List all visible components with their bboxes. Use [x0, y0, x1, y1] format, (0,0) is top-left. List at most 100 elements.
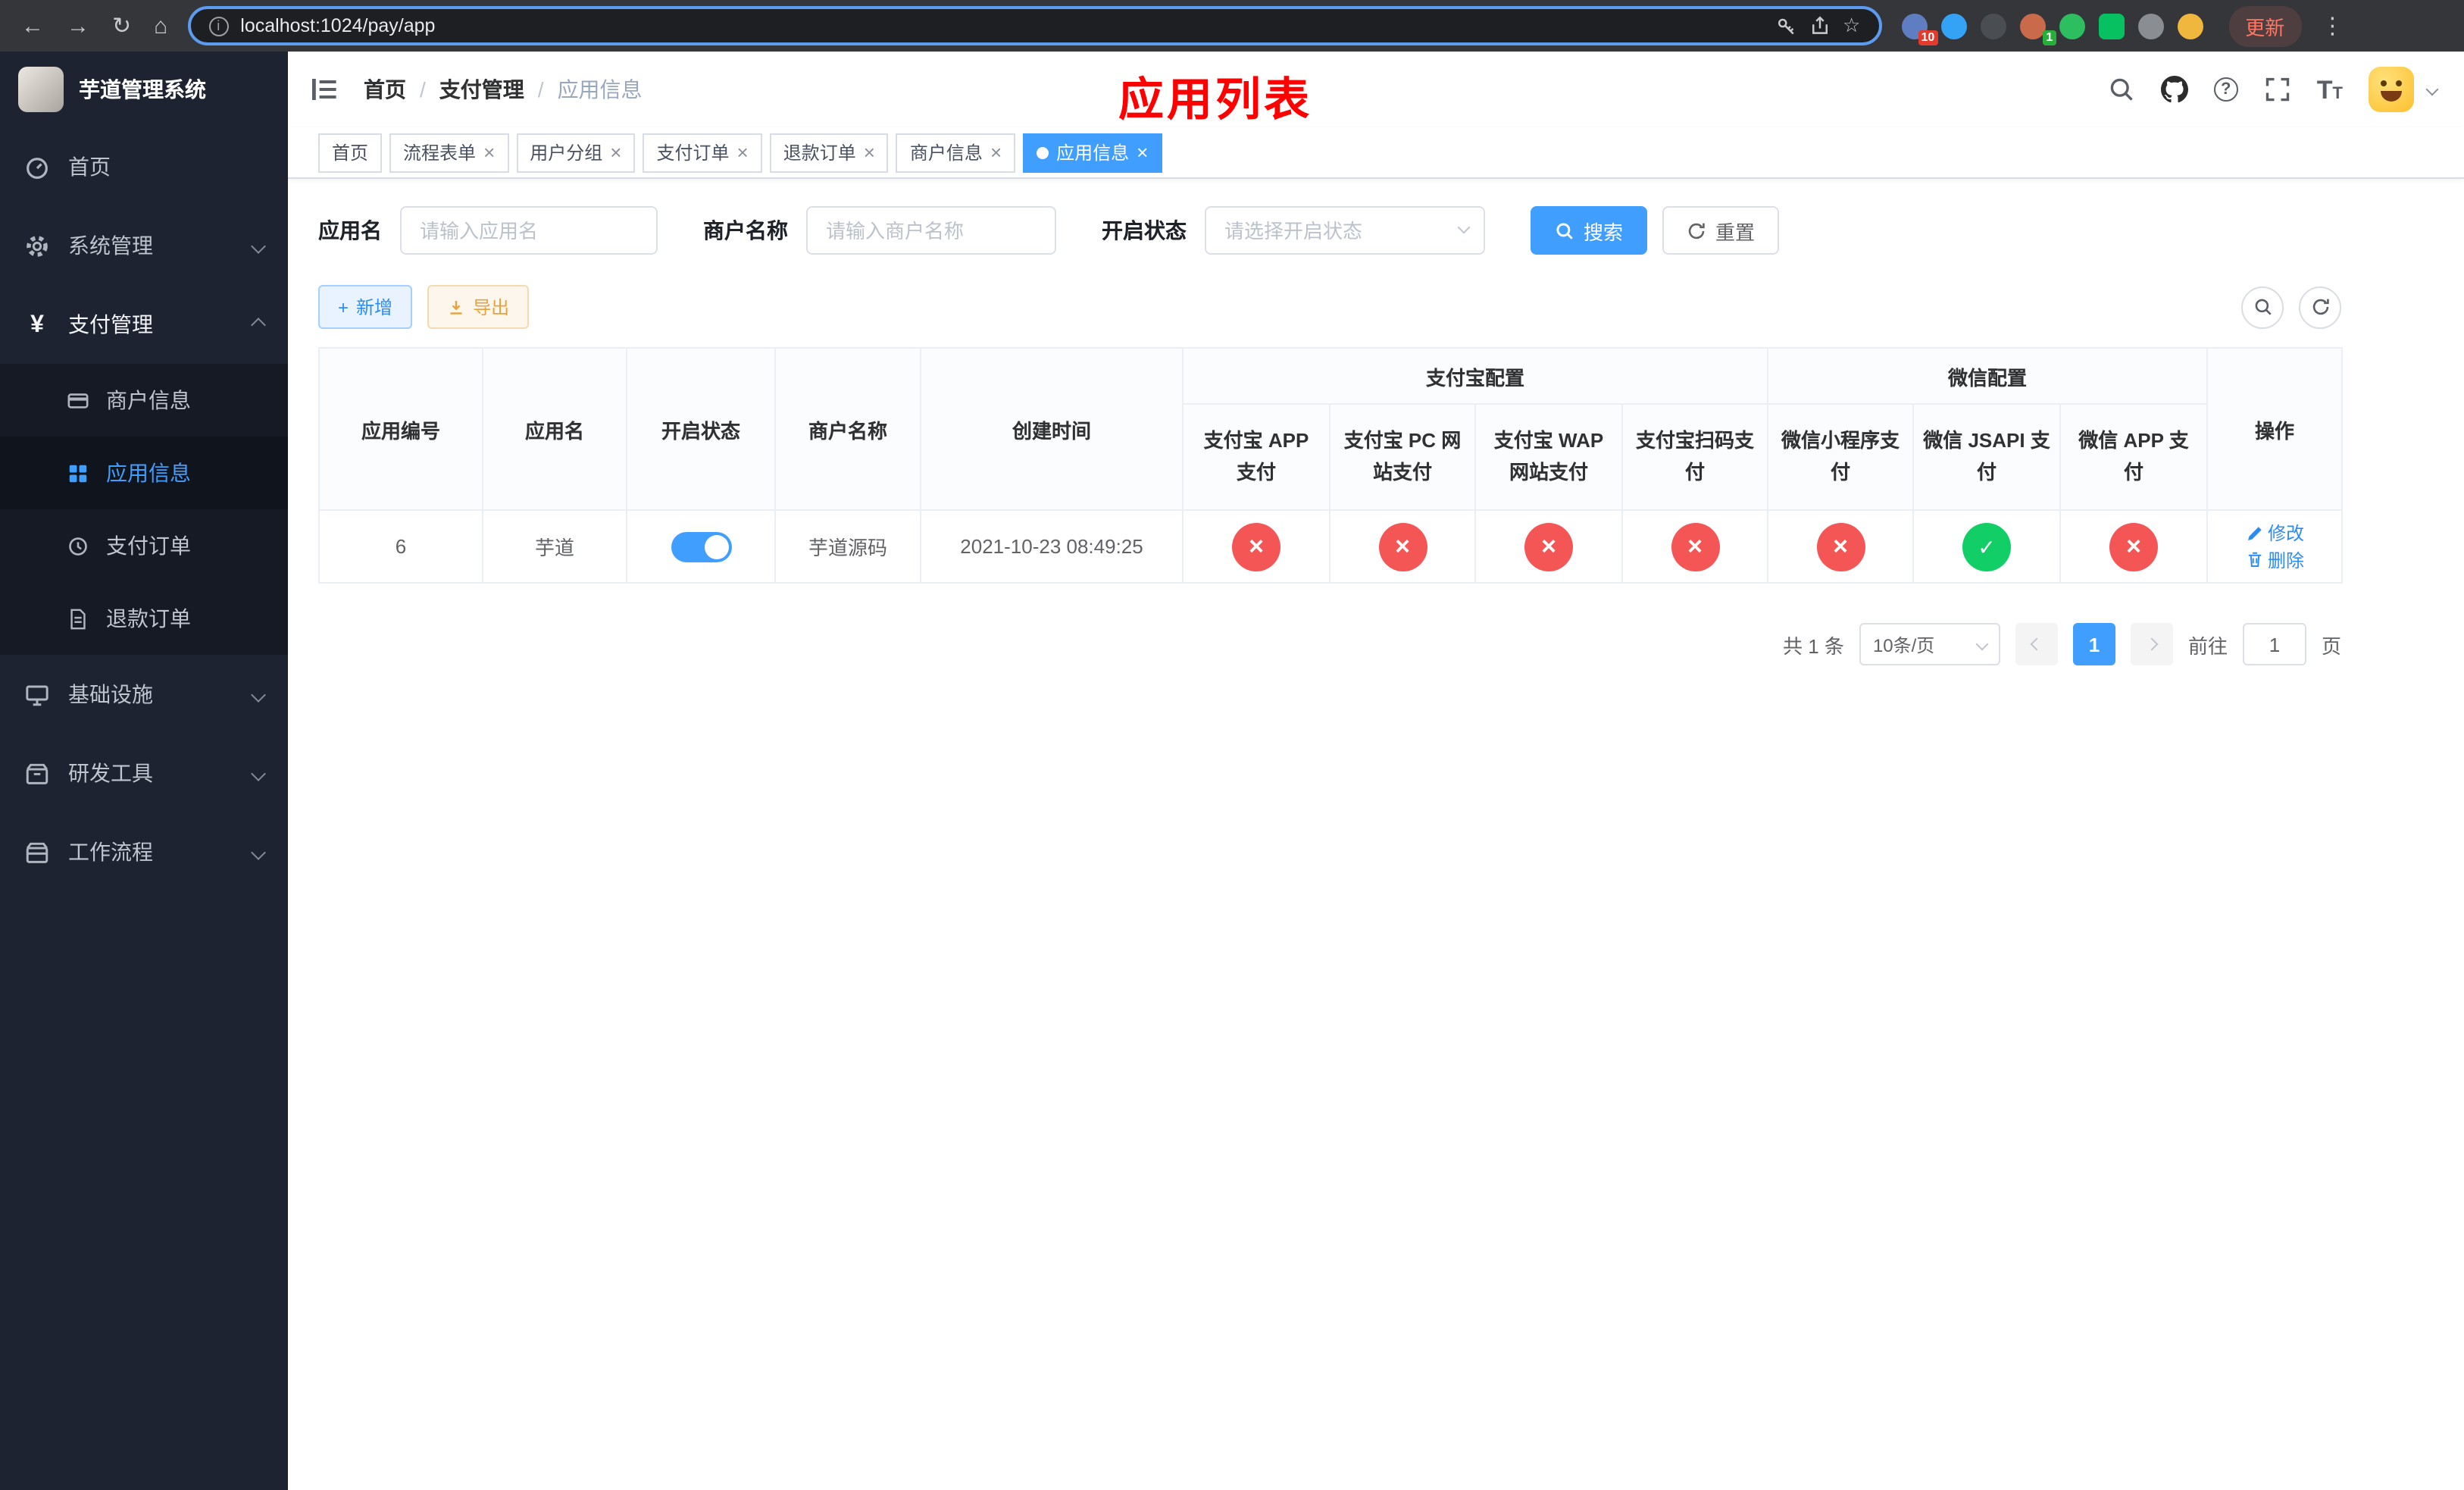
sidebar-item-dev-tools[interactable]: 研发工具: [0, 734, 288, 812]
logo-image: [18, 67, 64, 112]
reload-icon[interactable]: ↻: [112, 12, 131, 39]
sidebar-item-payment[interactable]: ¥ 支付管理: [0, 285, 288, 364]
reset-button[interactable]: 重置: [1662, 206, 1780, 255]
share-icon[interactable]: [1809, 15, 1831, 36]
sidebar-item-home[interactable]: 首页: [0, 127, 288, 206]
col-merchant: 商户名称: [774, 347, 921, 511]
help-icon[interactable]: ?: [2213, 77, 2238, 102]
close-icon[interactable]: ×: [483, 142, 495, 162]
home-icon[interactable]: ⌂: [154, 13, 167, 39]
alipay-wap-status-icon: [1524, 522, 1573, 571]
app-name-input[interactable]: [400, 206, 658, 255]
browser-update-button[interactable]: 更新: [2228, 5, 2302, 46]
close-icon[interactable]: ×: [990, 142, 1002, 162]
dashboard-icon: [27, 157, 48, 178]
col-group-alipay: 支付宝配置: [1181, 347, 1769, 405]
refresh-icon: [1688, 222, 1705, 239]
status-select[interactable]: [1205, 206, 1485, 255]
tab-home[interactable]: 首页: [318, 133, 383, 172]
breadcrumb-item[interactable]: 首页: [364, 74, 406, 105]
github-icon[interactable]: [2160, 76, 2188, 103]
search-button[interactable]: 搜索: [1531, 206, 1648, 255]
extension-icon[interactable]: [1940, 13, 1967, 39]
password-key-icon[interactable]: [1776, 15, 1797, 36]
col-created: 创建时间: [920, 347, 1184, 511]
extension-icon[interactable]: [2059, 13, 2085, 39]
search-icon: [1556, 222, 1573, 239]
sidebar-item-infrastructure[interactable]: 基础设施: [0, 655, 288, 734]
sidebar-item-label: 首页: [68, 155, 111, 179]
goto-page-input[interactable]: [2242, 623, 2306, 665]
col-wechat-app: 微信 APP 支付: [2059, 403, 2209, 511]
tab-user-group[interactable]: 用户分组 ×: [516, 133, 636, 172]
app-title: 芋道管理系统: [79, 77, 206, 102]
prev-page-button[interactable]: [2015, 623, 2058, 665]
profile-avatar-icon[interactable]: [2177, 13, 2203, 39]
chevron-left-icon: [2030, 637, 2043, 651]
col-alipay-app: 支付宝 APP 支付: [1182, 403, 1330, 511]
site-info-icon[interactable]: i: [208, 16, 229, 36]
tab-process-form[interactable]: 流程表单 ×: [389, 133, 509, 172]
goto-label: 前往: [2187, 634, 2228, 657]
alipay-pc-status-icon: [1378, 522, 1427, 571]
close-icon[interactable]: ×: [610, 142, 621, 162]
sidebar-item-label: 商户信息: [106, 388, 191, 412]
export-button[interactable]: 导出: [427, 285, 530, 329]
chevron-down-icon[interactable]: [2425, 83, 2439, 96]
extension-icon[interactable]: 10: [1901, 13, 1938, 45]
tab-refund-orders[interactable]: 退款订单 ×: [769, 133, 889, 172]
back-icon[interactable]: ←: [21, 13, 44, 39]
sidebar-item-merchant-info[interactable]: 商户信息: [0, 364, 288, 437]
fullscreen-icon[interactable]: [2264, 76, 2291, 103]
cell-app-name: 芋道: [482, 509, 627, 584]
tab-app-info[interactable]: 应用信息 ×: [1023, 133, 1162, 172]
address-bar[interactable]: i localhost:1024/pay/app ☆: [187, 6, 1882, 45]
chevron-down-icon: [251, 844, 266, 859]
sidebar-item-system[interactable]: 系统管理: [0, 206, 288, 285]
font-size-icon[interactable]: TT: [2317, 77, 2343, 102]
puzzle-extensions-icon[interactable]: [2137, 13, 2164, 39]
next-page-button[interactable]: [2130, 623, 2173, 665]
enable-toggle[interactable]: [671, 531, 731, 562]
page-unit-label: 页: [2321, 634, 2341, 657]
hamburger-icon[interactable]: [309, 74, 339, 105]
extension-badge: 10: [1918, 30, 1938, 45]
refresh-table-button[interactable]: [2299, 286, 2341, 328]
edit-link[interactable]: 修改: [2245, 520, 2304, 546]
monitor-icon: [26, 684, 48, 706]
active-tab-dot: [1037, 146, 1049, 158]
tab-merchant-info[interactable]: 商户信息 ×: [896, 133, 1016, 172]
search-icon[interactable]: [2108, 76, 2135, 103]
extension-icon[interactable]: [1980, 13, 2006, 39]
extension-icon[interactable]: 1: [2019, 13, 2056, 45]
col-group-wechat: 微信配置: [1767, 347, 2209, 405]
close-icon[interactable]: ×: [1137, 142, 1148, 162]
tab-payment-orders[interactable]: 支付订单 ×: [643, 133, 762, 172]
cell-actions: 修改 删除: [2206, 509, 2344, 584]
user-avatar[interactable]: [2369, 67, 2414, 112]
delete-link[interactable]: 删除: [2245, 546, 2304, 572]
close-icon[interactable]: ×: [864, 142, 875, 162]
refresh-icon: [2312, 299, 2328, 315]
status-label: 开启状态: [1102, 218, 1187, 243]
breadcrumb-item[interactable]: 支付管理: [439, 74, 524, 105]
page-number-button[interactable]: 1: [2072, 623, 2115, 665]
page-size-select[interactable]: 10条/页: [1859, 623, 2000, 665]
breadcrumb-item-current: 应用信息: [557, 77, 643, 102]
bookmark-star-icon[interactable]: ☆: [1843, 14, 1860, 38]
close-icon[interactable]: ×: [737, 142, 749, 162]
sidebar-item-payment-orders[interactable]: 支付订单: [0, 509, 288, 582]
merchant-name-input[interactable]: [806, 206, 1056, 255]
table-toolbar: + 新增 导出: [318, 285, 2341, 329]
sidebar-item-app-info[interactable]: 应用信息: [0, 437, 288, 509]
forward-icon[interactable]: →: [67, 13, 89, 39]
sidebar-item-workflow[interactable]: 工作流程: [0, 812, 288, 891]
col-app-name: 应用名: [482, 347, 627, 511]
toggle-search-button[interactable]: [2241, 286, 2284, 328]
extension-icon[interactable]: [2098, 13, 2125, 39]
browser-menu-icon[interactable]: ⋮: [2321, 12, 2344, 39]
add-button[interactable]: + 新增: [318, 285, 413, 329]
cell-app-id: 6: [318, 509, 483, 584]
sidebar-item-refund-orders[interactable]: 退款订单: [0, 582, 288, 655]
logo[interactable]: 芋道管理系统: [0, 52, 288, 127]
